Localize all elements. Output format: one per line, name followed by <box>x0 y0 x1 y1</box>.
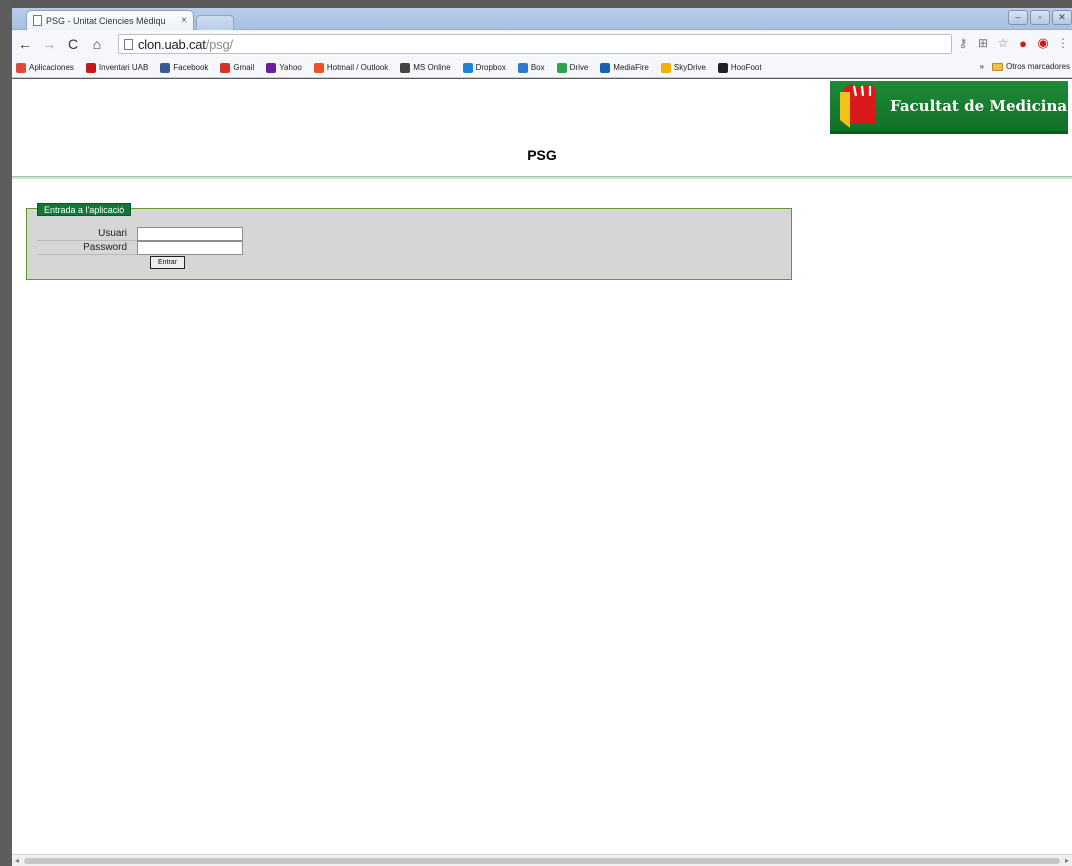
password-input[interactable] <box>137 241 243 255</box>
bookmark-item[interactable]: Yahoo <box>266 62 302 73</box>
new-tab-button[interactable] <box>196 15 234 30</box>
header-divider <box>12 176 1072 179</box>
scroll-left-icon[interactable]: ◂ <box>15 856 19 865</box>
forward-arrow-icon[interactable]: → <box>42 36 56 52</box>
bookmark-item[interactable]: Dropbox <box>462 62 506 73</box>
address-bar[interactable]: clon.uab.cat/psg/ <box>118 34 952 54</box>
gmail-icon <box>220 62 231 73</box>
browser-titlebar: PSG - Unitat Ciencies Mèdiqu × – ▫ ✕ <box>12 8 1072 30</box>
minimize-button[interactable]: – <box>1008 10 1028 25</box>
bookmark-label: Box <box>530 63 545 72</box>
url-host: clon.uab.cat <box>138 36 206 52</box>
tab-title: PSG - Unitat Ciencies Mèdiqu <box>46 15 166 26</box>
browser-tab[interactable]: PSG - Unitat Ciencies Mèdiqu × <box>26 10 194 30</box>
translate-icon[interactable]: ⊞ <box>976 36 990 50</box>
url-path: /psg/ <box>205 36 233 52</box>
bookmark-item[interactable]: Box <box>517 62 545 73</box>
user-label: Usuari <box>37 228 137 241</box>
bookmark-label: Aplicaciones <box>29 63 74 72</box>
back-arrow-icon[interactable]: ← <box>18 36 32 52</box>
bookmark-label: Facebook <box>173 63 209 72</box>
mediafire-icon <box>600 62 611 73</box>
user-input[interactable] <box>137 227 243 241</box>
yahoo-icon <box>266 62 277 73</box>
tab-close-icon[interactable]: × <box>181 15 187 26</box>
outlook-icon <box>313 62 324 73</box>
bookmark-label: Inventari UAB <box>98 63 149 72</box>
bookmark-label: MediaFire <box>613 63 649 72</box>
close-window-button[interactable]: ✕ <box>1052 10 1072 25</box>
drive-icon <box>556 62 567 73</box>
bookmark-icon <box>85 62 96 73</box>
bookmark-item[interactable]: MediaFire <box>600 62 649 73</box>
faculty-logo[interactable]: Facultat de Medicina <box>830 81 1068 134</box>
login-legend: Entrada a l'aplicació <box>37 203 132 216</box>
bookmark-item[interactable]: MS Online <box>400 62 451 73</box>
reload-icon[interactable]: C <box>66 36 80 52</box>
bookmark-item[interactable]: HooFoot <box>717 62 762 73</box>
hoofoot-icon <box>717 62 728 73</box>
logo-text: Facultat de Medicina <box>890 97 1068 115</box>
bookmark-label: SkyDrive <box>673 63 706 72</box>
window-controls: – ▫ ✕ <box>1008 10 1072 25</box>
scrollbar-thumb[interactable] <box>24 858 1060 864</box>
bookmarks-bar: Aplicaciones Inventari UAB Facebook Gmai… <box>12 58 1072 78</box>
user-row: Usuari <box>37 227 257 241</box>
star-icon[interactable]: ☆ <box>996 36 1010 50</box>
bookmark-item[interactable]: Drive <box>556 62 589 73</box>
password-row: Password <box>37 241 257 255</box>
extension-icon[interactable]: ● <box>1016 36 1030 51</box>
maximize-button[interactable]: ▫ <box>1030 10 1050 25</box>
bookmark-item[interactable]: SkyDrive <box>660 62 706 73</box>
bookmark-label: Dropbox <box>475 63 506 72</box>
page-title: PSG <box>527 147 557 163</box>
bookmark-label: Yahoo <box>279 63 302 72</box>
bookmark-label: HooFoot <box>730 63 762 72</box>
bookmarks-right: » Otros marcadores <box>980 62 1070 71</box>
bookmark-label: Gmail <box>233 63 255 72</box>
scroll-right-icon[interactable]: ▸ <box>1065 856 1069 865</box>
folder-icon <box>991 62 1003 71</box>
bookmark-item[interactable]: Aplicaciones <box>16 62 74 73</box>
menu-icon[interactable]: ⋮ <box>1056 36 1070 50</box>
skydrive-icon <box>660 62 671 73</box>
bookmark-label: MS Online <box>413 63 451 72</box>
bookmark-item[interactable]: Inventari UAB <box>85 62 149 73</box>
password-label: Password <box>37 242 137 255</box>
bookmark-item[interactable]: Hotmail / Outlook <box>313 62 389 73</box>
logo-emblem-icon <box>830 80 884 133</box>
facebook-icon <box>160 62 171 73</box>
horizontal-scrollbar[interactable]: ◂ ▸ <box>12 854 1072 866</box>
page-icon <box>33 15 42 26</box>
dropbox-icon <box>462 62 473 73</box>
home-icon[interactable]: ⌂ <box>90 36 104 52</box>
login-fieldset: Entrada a l'aplicació Usuari Password En… <box>26 203 792 280</box>
apps-icon <box>16 62 26 73</box>
other-bookmarks-folder[interactable]: Otros marcadores <box>991 62 1070 71</box>
window-frame-left <box>0 0 12 866</box>
submit-button[interactable]: Entrar <box>150 256 185 269</box>
page-icon <box>124 38 133 50</box>
url-text: clon.uab.cat/psg/ <box>138 37 233 52</box>
box-icon <box>517 62 528 73</box>
toolbar-extensions: ⚷ ⊞ ☆ ● ◉ ⋮ <box>956 35 1070 51</box>
page-viewport: Facultat de Medicina PSG Entrada a l'apl… <box>12 79 1072 854</box>
browser-toolbar: ← → C ⌂ clon.uab.cat/psg/ ⚷ ⊞ ☆ ● ◉ ⋮ <box>12 30 1072 58</box>
ms-online-icon <box>400 62 411 73</box>
bookmark-label: Drive <box>569 63 589 72</box>
bookmark-item[interactable]: Facebook <box>160 62 209 73</box>
bookmark-label: Hotmail / Outlook <box>326 63 389 72</box>
bookmarks-overflow-button[interactable]: » <box>980 62 984 71</box>
bookmark-item[interactable]: Gmail <box>220 62 255 73</box>
other-bookmarks-label: Otros marcadores <box>1005 62 1070 71</box>
antivirus-icon[interactable]: ◉ <box>1036 35 1050 51</box>
key-icon[interactable]: ⚷ <box>956 36 970 50</box>
